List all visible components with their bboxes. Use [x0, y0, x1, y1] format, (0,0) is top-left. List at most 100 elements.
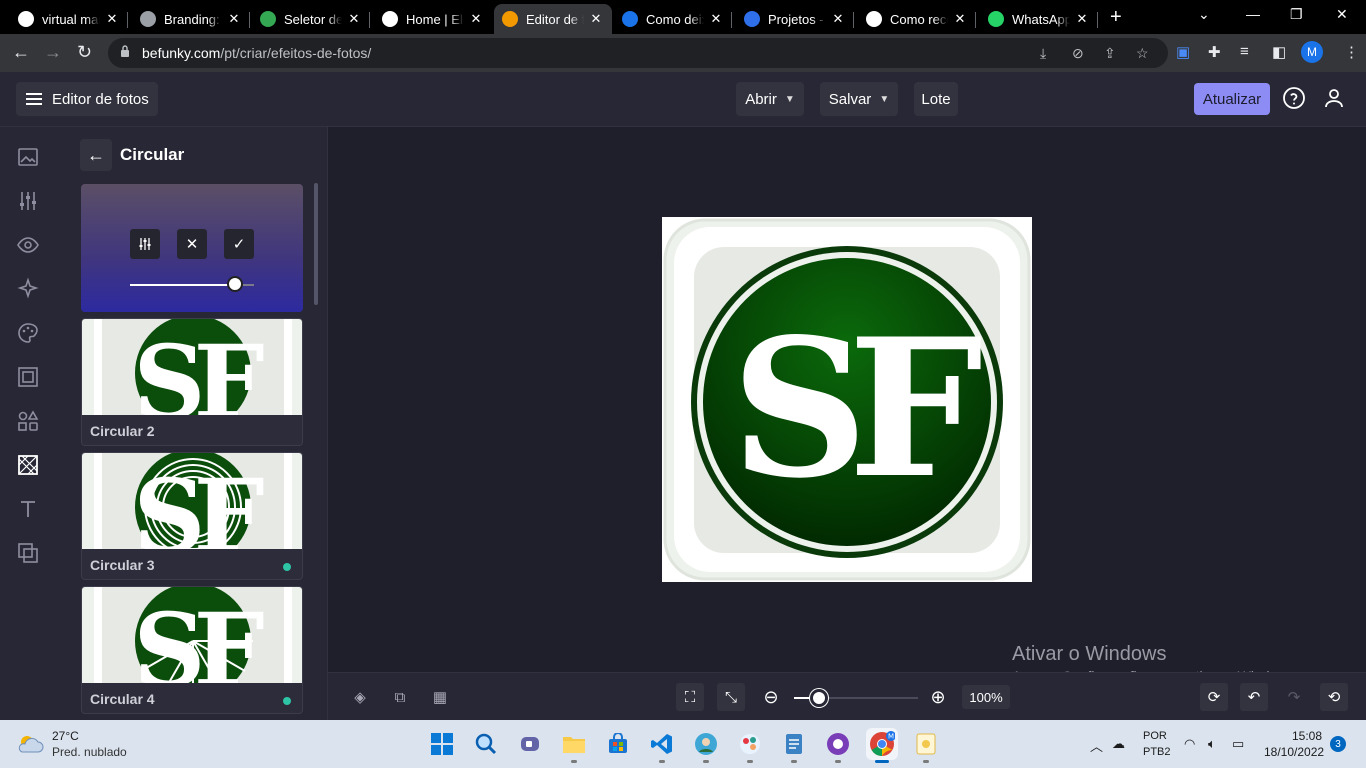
reload-icon[interactable]: ↻ [77, 42, 92, 63]
preset-card[interactable]: SF Circular 4 [81, 586, 303, 714]
text-icon[interactable] [16, 497, 40, 521]
zoom-level[interactable]: 100% [962, 685, 1010, 709]
show-hidden-icons[interactable]: ︿ [1090, 736, 1103, 755]
wifi-icon[interactable]: ◠ [1184, 736, 1195, 752]
notepad-icon[interactable] [778, 728, 810, 763]
tab-image[interactable]: Branding: c✕ [132, 4, 250, 34]
onedrive-cloud-icon[interactable]: ☁ [1112, 736, 1125, 752]
search-icon[interactable] [470, 728, 502, 760]
bookmark-star-icon[interactable]: ☆ [1136, 45, 1149, 62]
back-icon[interactable]: ← [12, 42, 30, 63]
media-icon[interactable]: ≡ [1240, 43, 1249, 60]
eye-slash-icon[interactable]: ⊘ [1072, 45, 1084, 62]
apply-check-icon[interactable]: ✓ [224, 229, 254, 259]
forward-icon[interactable]: → [44, 42, 62, 63]
cloud-icon[interactable] [16, 732, 44, 754]
close-tab-icon[interactable]: ✕ [952, 11, 968, 27]
main-menu-button[interactable]: Editor de fotos [16, 82, 158, 116]
grid-icon[interactable]: ▦ [426, 683, 454, 711]
close-window-button[interactable]: ✕ [1336, 6, 1348, 23]
close-tab-icon[interactable]: ✕ [1074, 11, 1090, 27]
user-app-icon[interactable] [690, 728, 722, 763]
extension-icon[interactable]: ▣ [1176, 43, 1190, 61]
frames-icon[interactable] [16, 365, 40, 389]
intensity-slider-knob[interactable] [227, 276, 244, 292]
undo-icon[interactable]: ↶ [1240, 683, 1268, 711]
preset-card[interactable]: SF Circular 3 [81, 452, 303, 580]
preset-card[interactable]: SF Circular 2 [81, 318, 303, 446]
paint-icon[interactable] [734, 728, 766, 763]
tab-canva[interactable]: Projetos - ✕ [736, 4, 854, 34]
adjust-sliders-icon[interactable] [16, 189, 40, 213]
puzzle-icon[interactable]: ✚ [1208, 43, 1221, 61]
open-button[interactable]: Abrir ▼ [736, 82, 804, 116]
close-tab-icon[interactable]: ✕ [468, 11, 484, 27]
panel-scrollbar[interactable] [314, 183, 318, 305]
profile-avatar[interactable]: M [1301, 41, 1323, 63]
photo-canvas[interactable]: SF [328, 127, 1366, 672]
weather-temperature[interactable]: 27°C [52, 729, 79, 743]
compare-icon[interactable]: ⧉ [386, 683, 414, 711]
eye-icon[interactable] [16, 233, 40, 257]
close-tab-icon[interactable]: ✕ [830, 11, 846, 27]
tab-search-icon[interactable]: ⌄ [1198, 6, 1210, 23]
settings-sliders-icon[interactable] [130, 229, 160, 259]
more-icon[interactable]: ⋮ [1344, 43, 1359, 61]
overlays-icon[interactable] [16, 453, 40, 477]
clock-date[interactable]: 18/10/2022 [1264, 745, 1324, 759]
minimize-button[interactable]: — [1246, 6, 1260, 22]
tab-elementor[interactable]: Home | Ele ✕ [374, 4, 492, 34]
back-arrow-button[interactable]: ← [80, 139, 112, 171]
redo-icon[interactable]: ↷ [1280, 683, 1308, 711]
language-indicator[interactable]: POR [1143, 730, 1167, 742]
file-explorer-icon[interactable] [558, 728, 590, 763]
keyboard-layout[interactable]: PTB2 [1143, 746, 1171, 758]
close-tab-icon[interactable]: ✕ [346, 11, 362, 27]
restore-button[interactable]: ❐ [1290, 6, 1303, 23]
install-icon[interactable]: ⤓ [1040, 45, 1046, 62]
tab-whatsapp[interactable]: WhatsApp ✕ [980, 4, 1098, 34]
notification-badge[interactable]: 3 [1330, 736, 1346, 752]
cancel-icon[interactable]: ✕ [177, 229, 207, 259]
layers-icon[interactable]: ◈ [346, 683, 374, 711]
tab-google[interactable]: virtual mar ✕ [10, 4, 128, 34]
clock-time[interactable]: 15:08 [1264, 729, 1322, 743]
graphics-icon[interactable] [16, 409, 40, 433]
batch-button[interactable]: Lote [914, 82, 958, 116]
image-viewer-icon[interactable] [910, 728, 942, 763]
artsy-palette-icon[interactable] [16, 321, 40, 345]
vscode-icon[interactable] [646, 728, 678, 763]
volume-icon[interactable]: 🔈︎ [1208, 736, 1216, 752]
image-manager-icon[interactable] [16, 145, 40, 169]
user-icon[interactable] [1322, 86, 1346, 110]
share-icon[interactable]: ⇪ [1104, 45, 1116, 62]
sidepanel-icon[interactable]: ◧ [1272, 43, 1286, 61]
close-tab-icon[interactable]: ✕ [226, 11, 242, 27]
zoom-out-icon[interactable]: ⊖ [757, 683, 785, 711]
tab-tecmundo[interactable]: Como deix ✕ [614, 4, 732, 34]
close-tab-icon[interactable]: ✕ [104, 11, 120, 27]
effects-sparkle-icon[interactable] [16, 277, 40, 301]
edited-photo[interactable]: SF [662, 217, 1032, 582]
chrome-icon[interactable]: M [866, 728, 898, 763]
zoom-in-icon[interactable]: ⊕ [924, 683, 952, 711]
upgrade-button[interactable]: Atualizar [1194, 83, 1270, 115]
close-tab-icon[interactable]: ✕ [588, 11, 604, 27]
battery-icon[interactable]: ▭ [1232, 736, 1244, 752]
microsoft-store-icon[interactable] [602, 728, 634, 760]
history-icon[interactable]: ⟲ [1320, 683, 1348, 711]
tab-drive[interactable]: Seletor de ✕ [252, 4, 370, 34]
close-tab-icon[interactable]: ✕ [708, 11, 724, 27]
tab-befunky[interactable]: Editor de f ✕ [494, 4, 612, 34]
save-button[interactable]: Salvar ▼ [820, 82, 898, 116]
weather-description[interactable]: Pred. nublado [52, 745, 127, 759]
github-icon[interactable] [822, 728, 854, 763]
actual-size-icon[interactable]: ⤡ [717, 683, 745, 711]
start-icon[interactable] [426, 728, 458, 760]
help-icon[interactable] [1282, 86, 1306, 110]
teams-chat-icon[interactable] [514, 728, 546, 760]
fit-screen-icon[interactable]: ⛶ [676, 683, 704, 711]
new-tab-button[interactable]: + [1110, 6, 1122, 29]
textures-icon[interactable] [16, 541, 40, 565]
tab-globe[interactable]: Como reco ✕ [858, 4, 976, 34]
